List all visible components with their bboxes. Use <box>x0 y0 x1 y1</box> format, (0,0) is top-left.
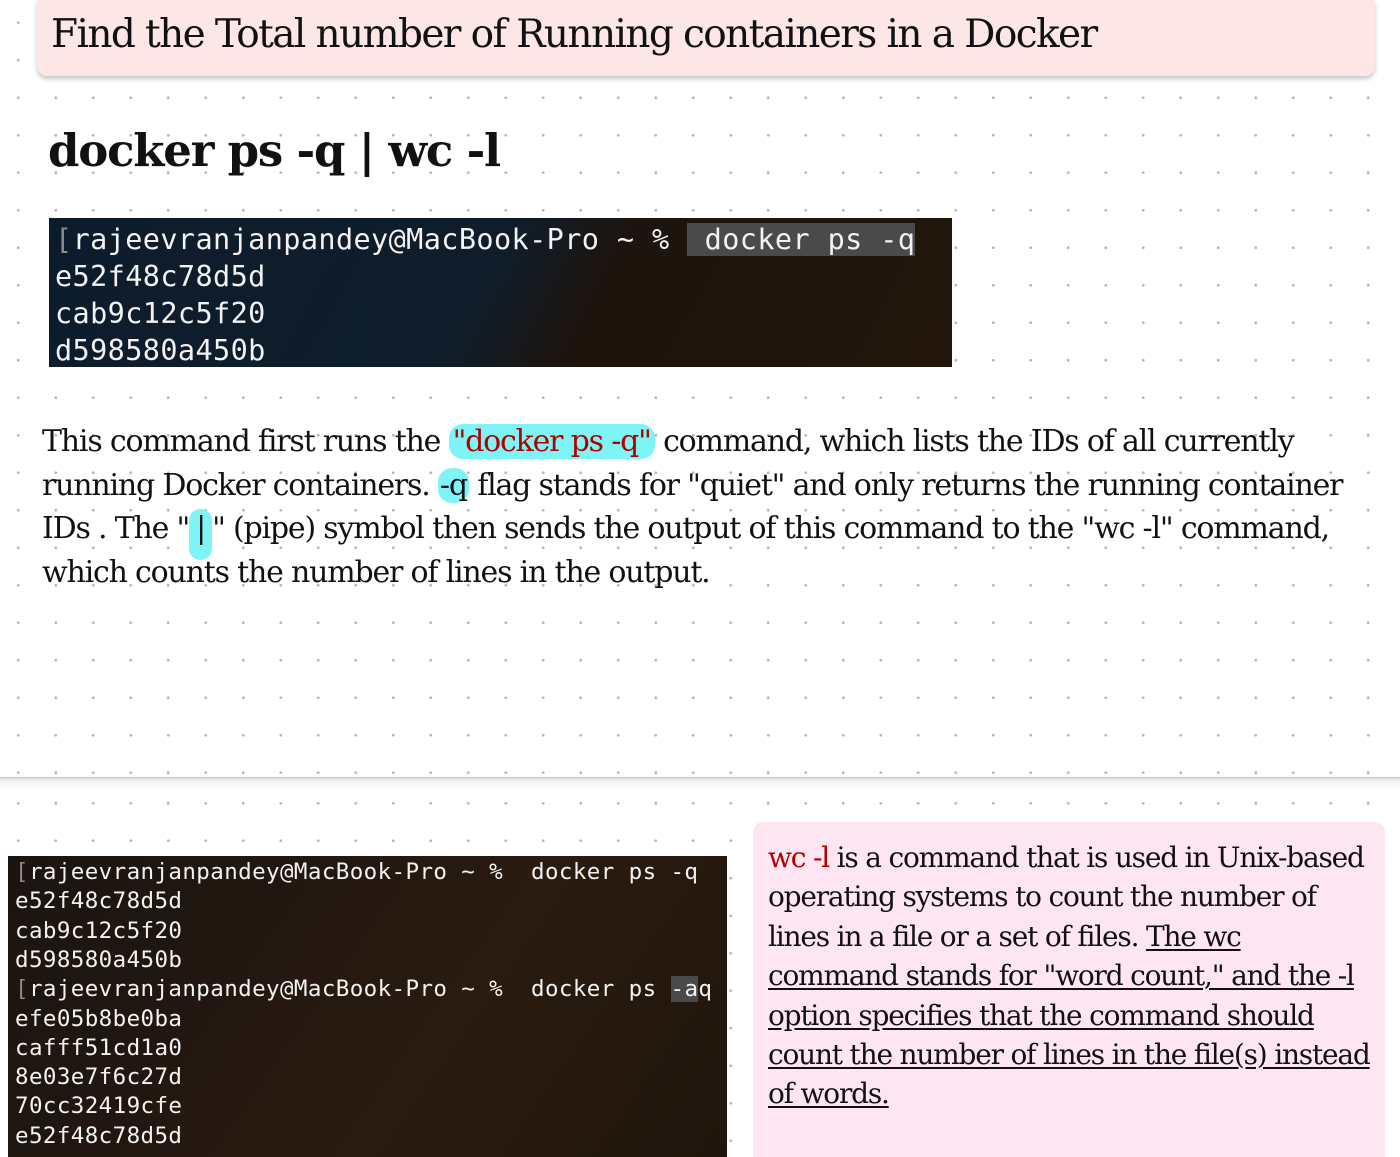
terminal-prompt: rajeevranjanpandey@MacBook-Pro ~ % <box>28 859 518 885</box>
terminal-output-line: e52f48c78d5d <box>55 260 266 293</box>
terminal-output-line: cafff51cd1a0 <box>15 1034 183 1061</box>
highlighted-command: "docker ps -q" <box>448 424 655 459</box>
terminal-command-flag: -a <box>670 976 699 1003</box>
wc-term: wc -l <box>768 841 830 874</box>
headline-command: docker ps -q | wc -l <box>48 124 501 177</box>
terminal-output-line: d598580a450b <box>15 946 183 973</box>
terminal-prompt-line: [rajeevranjanpandey@MacBook-Pro ~ % dock… <box>15 976 713 1003</box>
wc-note-card: wc -l is a command that is used in Unix-… <box>753 822 1385 1157</box>
terminal-output-line: efe05b8be0ba <box>15 1005 183 1032</box>
terminal-output-line: e52f48c78d5d <box>15 888 183 915</box>
wc-note-plain: is a command that is used in Unix-based … <box>768 841 1365 953</box>
terminal-command: docker ps <box>517 976 671 1003</box>
explanation-paragraph: This command first runs the "docker ps -… <box>42 420 1372 594</box>
terminal-command: docker ps -q <box>687 223 916 256</box>
terminal-screenshot-docker-ps: [rajeevranjanpandey@MacBook-Pro ~ % dock… <box>49 218 952 367</box>
dot-grid-background <box>0 0 1400 775</box>
highlighted-pipe: | <box>189 509 213 560</box>
explanation-text: This command first runs the <box>42 424 449 459</box>
terminal-output-line: e52f48c78d5d <box>15 1122 183 1149</box>
title-banner: Find the Total number of Running contain… <box>37 0 1375 76</box>
page-title: Find the Total number of Running contain… <box>51 12 1098 57</box>
highlighted-flag: -q <box>437 467 469 503</box>
explanation-text: " (pipe) symbol then sends the output of… <box>42 511 1330 590</box>
terminal-command: docker ps -q <box>517 859 699 885</box>
terminal-screenshot-docker-ps-aq: [rajeevranjanpandey@MacBook-Pro ~ % dock… <box>8 856 727 1157</box>
wc-note-text: wc -l is a command that is used in Unix-… <box>768 838 1373 1114</box>
terminal-prompt: rajeevranjanpandey@MacBook-Pro ~ % <box>72 223 688 256</box>
terminal-output-line: 8e03e7f6c27d <box>15 1064 183 1091</box>
terminal-output-line: cab9c12c5f20 <box>15 917 183 944</box>
terminal-output-line: d598580a450b <box>55 334 266 367</box>
terminal-output-line: 70cc32419cfe <box>15 1093 183 1120</box>
terminal-prompt-line: [rajeevranjanpandey@MacBook-Pro ~ % dock… <box>15 859 699 885</box>
terminal-prompt-line: [rajeevranjanpandey@MacBook-Pro ~ % dock… <box>55 223 916 256</box>
terminal-output-line: cab9c12c5f20 <box>55 297 266 330</box>
terminal-prompt: rajeevranjanpandey@MacBook-Pro ~ % <box>28 976 518 1003</box>
section-divider <box>0 777 1400 797</box>
terminal-command: q <box>698 976 713 1003</box>
